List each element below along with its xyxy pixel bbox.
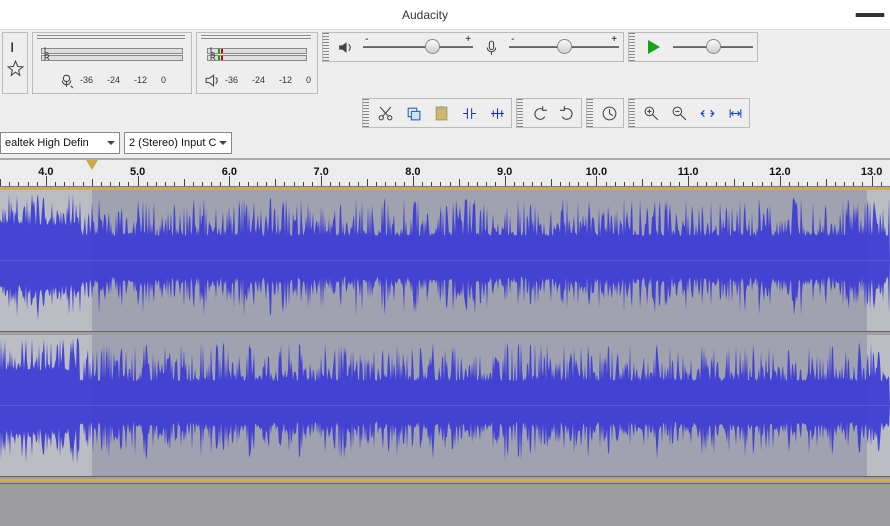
meter-play-ticks: -36 -24 -12 0 [223, 74, 313, 86]
playhead-marker[interactable] [86, 160, 98, 186]
svg-text:I: I [10, 38, 14, 54]
zoom-out-button[interactable] [666, 100, 692, 126]
input-slider[interactable]: - + [509, 34, 619, 60]
edit-panel [362, 98, 512, 128]
timeline-label: 7.0 [313, 166, 328, 178]
timeline-label: 13.0 [861, 166, 882, 178]
scrub-slider[interactable] [673, 34, 753, 60]
zoom-in-button[interactable] [638, 100, 664, 126]
speaker-icon [332, 34, 358, 60]
timeline-label: 6.0 [222, 166, 237, 178]
titlebar: Audacity [0, 0, 890, 30]
volume-slider[interactable]: - + [363, 34, 473, 60]
input-device-value: ealtek High Defin [5, 137, 89, 149]
mic-dropdown-icon[interactable] [57, 70, 77, 90]
timeline-label: 8.0 [405, 166, 420, 178]
undo-panel [516, 98, 582, 128]
mixer-panel: - + - + [322, 32, 624, 62]
channels-dropdown[interactable]: 2 (Stereo) Input C [124, 132, 232, 154]
meter-rec-ticks: -36 -24 -12 0 [78, 74, 168, 86]
track-left[interactable] [0, 190, 890, 332]
timeline-label: 5.0 [130, 166, 145, 178]
zoom-panel [628, 98, 750, 128]
mic-icon [478, 34, 504, 60]
record-meter-panel: L R -36 -24 -12 0 [32, 32, 192, 94]
play-button[interactable] [638, 32, 668, 62]
sync-lock-button[interactable] [596, 100, 622, 126]
tools-panel: I [2, 32, 28, 94]
timeline-label: 9.0 [497, 166, 512, 178]
copy-button[interactable] [400, 100, 426, 126]
timeline-label: 4.0 [38, 166, 53, 178]
input-device-dropdown[interactable]: ealtek High Defin [0, 132, 120, 154]
fit-project-button[interactable] [722, 100, 748, 126]
timeline-label: 12.0 [769, 166, 790, 178]
sync-panel [586, 98, 624, 128]
tracks-area[interactable] [0, 187, 890, 526]
channels-value: 2 (Stereo) Input C [129, 137, 216, 149]
undo-button[interactable] [526, 100, 552, 126]
draw-tool[interactable] [5, 58, 25, 78]
meter-play-R[interactable]: R [207, 55, 307, 61]
selection-tool[interactable]: I [5, 36, 25, 56]
timeline-ruler[interactable]: 4.0 5.0 6.0 7.0 8.0 9.0 10.0 11.0 12.0 13.0 [0, 159, 890, 187]
meter-rec-R[interactable]: R [41, 55, 183, 61]
meter-rec-L[interactable]: L [41, 48, 183, 54]
speaker-dropdown-icon[interactable] [202, 70, 222, 90]
timeline-label: 10.0 [586, 166, 607, 178]
paste-button[interactable] [428, 100, 454, 126]
minimize-button[interactable] [850, 0, 890, 30]
silence-button[interactable] [484, 100, 510, 126]
trim-button[interactable] [456, 100, 482, 126]
track-right[interactable] [0, 335, 890, 477]
toolbars: I L R [0, 30, 890, 159]
fit-selection-button[interactable] [694, 100, 720, 126]
timeline-label: 11.0 [678, 166, 699, 178]
meter-play-L[interactable]: L [207, 48, 307, 54]
transport-panel [628, 32, 758, 62]
cut-button[interactable] [372, 100, 398, 126]
redo-button[interactable] [554, 100, 580, 126]
window-title: Audacity [0, 8, 850, 22]
play-meter-panel: L R -36 -24 -12 0 [196, 32, 318, 94]
